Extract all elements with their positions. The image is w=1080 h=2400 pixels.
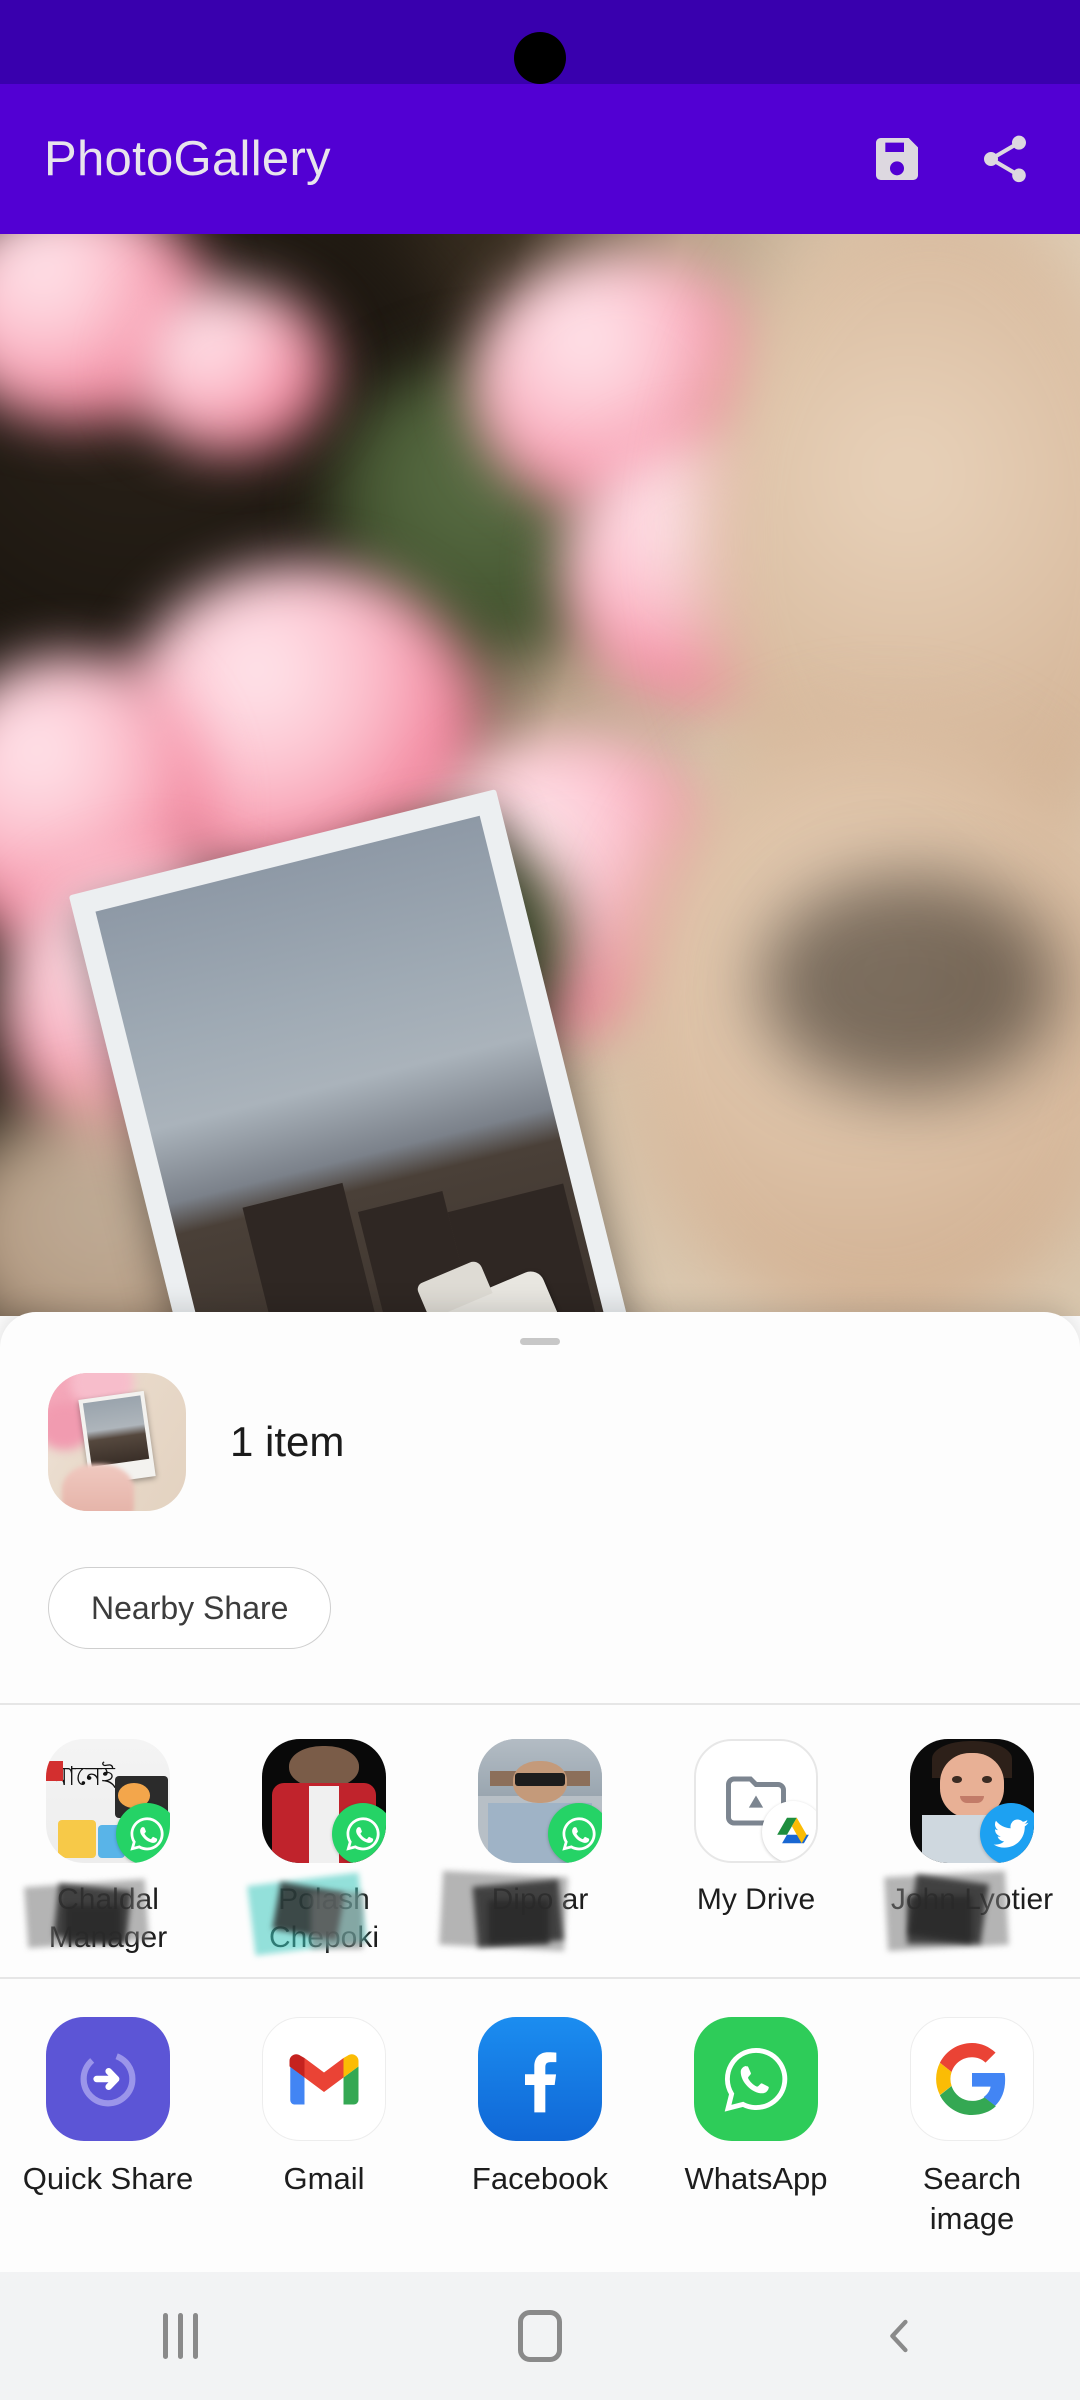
item-count-label: 1 item: [230, 1418, 345, 1465]
share-target-label: John Lyotier: [890, 1882, 1054, 1916]
phone-screen: PhotoGallery 1 item Nearby Share মানেই C…: [0, 0, 1080, 2400]
avatar: [262, 1738, 386, 1863]
photo-viewer[interactable]: [0, 234, 1080, 1316]
share-sheet-header: 1 item: [0, 1345, 1080, 1511]
gmail-icon: [262, 2016, 386, 2141]
share-target-john-lyotier[interactable]: John Lyotier: [864, 1738, 1080, 1958]
avatar: মানেই: [46, 1738, 170, 1863]
whatsapp-icon: [694, 2016, 818, 2141]
recents-icon: [162, 2313, 168, 2359]
whatsapp-badge-icon: [332, 1802, 386, 1863]
share-icon[interactable]: [974, 128, 1036, 190]
status-bar: [0, 0, 1080, 84]
share-app-label: Gmail: [283, 2160, 365, 2196]
share-target-dipo[interactable]: Dipo ar: [432, 1738, 648, 1958]
recents-button[interactable]: [0, 2313, 360, 2359]
drag-handle[interactable]: [520, 1338, 560, 1345]
home-button[interactable]: [360, 2310, 720, 2362]
share-target-label: My Drive: [696, 1882, 816, 1916]
nearby-share-chip[interactable]: Nearby Share: [48, 1567, 332, 1649]
back-icon: [890, 2319, 908, 2353]
whatsapp-badge-icon: [116, 1802, 170, 1863]
share-app-label: Search image: [922, 2160, 1022, 2236]
shared-item-thumbnail: [48, 1373, 186, 1511]
avatar: [478, 1738, 602, 1863]
share-sheet: 1 item Nearby Share মানেই Chaldal Manage…: [0, 1312, 1080, 2272]
share-target-my-drive[interactable]: My Drive: [648, 1738, 864, 1958]
share-target-polash-chepoki[interactable]: Polash Chepoki: [216, 1738, 432, 1958]
google-drive-badge-icon: [762, 1800, 816, 1861]
share-app-label: Quick Share: [22, 2160, 194, 2196]
twitter-badge-icon: [980, 1802, 1034, 1863]
page-title: PhotoGallery: [44, 132, 331, 186]
share-app-label: Facebook: [471, 2160, 609, 2196]
share-target-label: Chaldal Manager: [48, 1882, 168, 1954]
recents-icon: [192, 2313, 198, 2359]
recents-icon: [177, 2313, 183, 2359]
app-bar: PhotoGallery: [0, 84, 1080, 234]
share-app-label: WhatsApp: [684, 2160, 828, 2196]
share-app-search-image[interactable]: Search image: [864, 2016, 1080, 2238]
google-icon: [910, 2016, 1034, 2141]
share-target-label: Polash Chepoki: [268, 1882, 380, 1954]
apps-row: Quick Share Gmail Facebook WhatsApp Sear…: [0, 1979, 1080, 2258]
contacts-row: মানেই Chaldal Manager Polash Chepoki Dip…: [0, 1705, 1080, 1978]
whatsapp-badge-icon: [548, 1802, 602, 1863]
share-target-label: Dipo ar: [491, 1882, 589, 1916]
share-app-quick-share[interactable]: Quick Share: [0, 2016, 216, 2238]
share-app-whatsapp[interactable]: WhatsApp: [648, 2016, 864, 2238]
navigation-bar: [0, 2272, 1080, 2400]
avatar: [910, 1738, 1034, 1863]
avatar: [694, 1738, 818, 1863]
facebook-icon: [478, 2016, 602, 2141]
save-icon[interactable]: [866, 128, 928, 190]
share-app-gmail[interactable]: Gmail: [216, 2016, 432, 2238]
share-target-chaldal-manager[interactable]: মানেই Chaldal Manager: [0, 1738, 216, 1958]
share-app-facebook[interactable]: Facebook: [432, 2016, 648, 2238]
quick-share-icon: [46, 2016, 170, 2141]
front-camera-icon: [514, 32, 566, 84]
home-icon: [518, 2310, 562, 2362]
back-button[interactable]: [720, 2310, 1080, 2362]
